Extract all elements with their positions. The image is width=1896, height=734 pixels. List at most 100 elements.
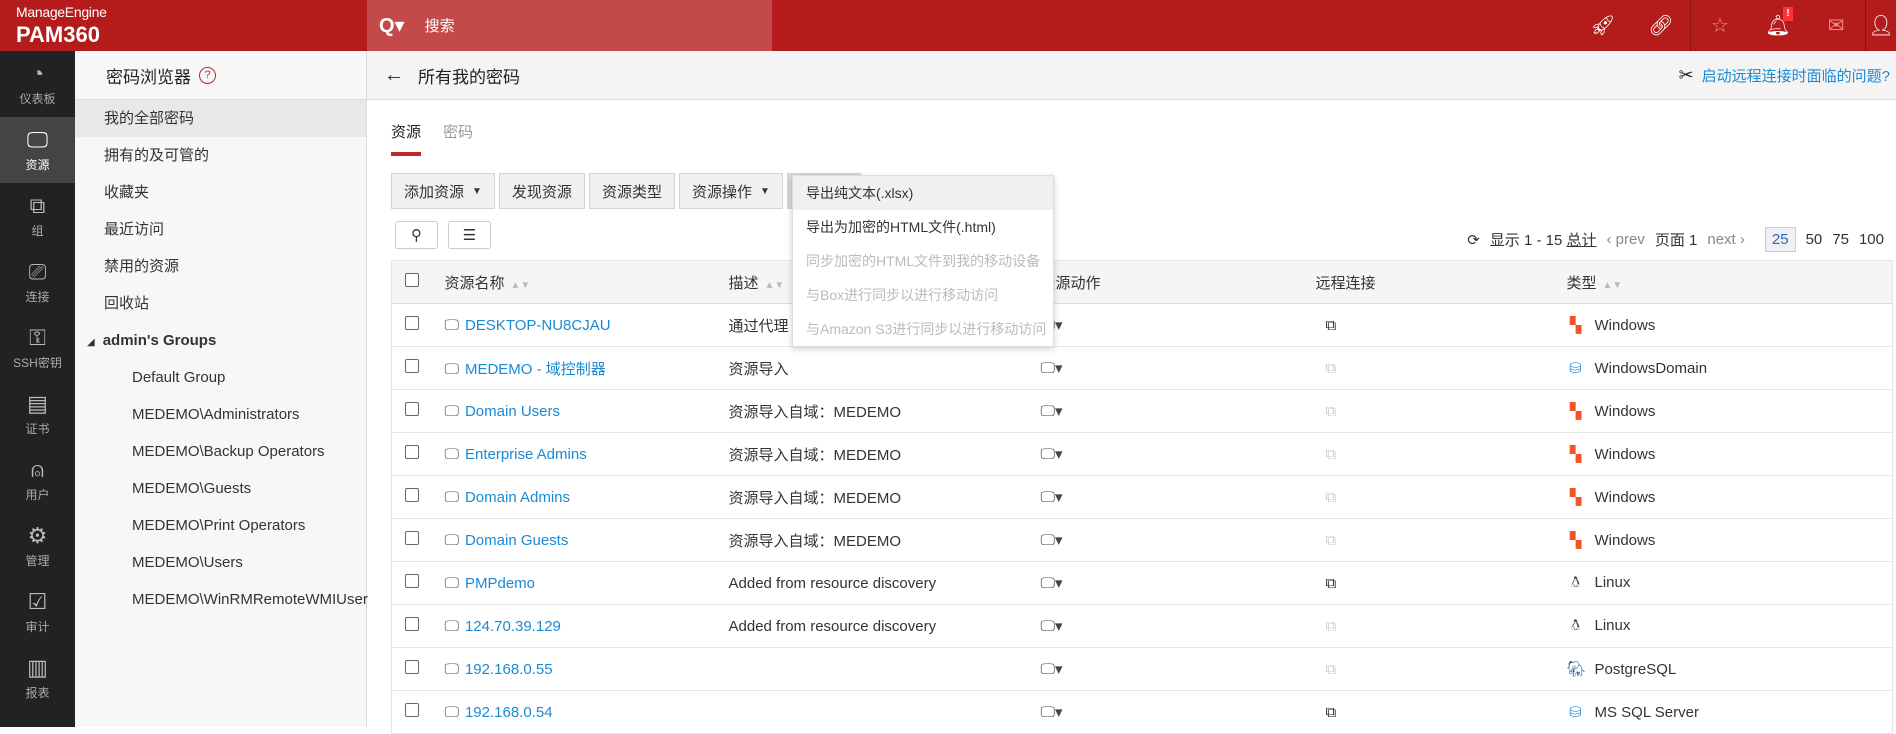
row-checkbox[interactable] bbox=[405, 359, 419, 373]
collapse-triangle-icon[interactable]: ◢ bbox=[87, 337, 95, 348]
rail-item-9[interactable]: ▥ 报表 bbox=[0, 645, 75, 711]
sidebar-group-item[interactable]: MEDEMO\Guests bbox=[75, 470, 366, 507]
remote-connect-icon[interactable]: ⧉ bbox=[1326, 704, 1337, 721]
page-size-100[interactable]: 100 bbox=[1859, 231, 1884, 248]
prev-button[interactable]: ‹ prev bbox=[1607, 231, 1645, 248]
resource-action-menu-icon[interactable]: 🖵▾ bbox=[1041, 532, 1063, 549]
row-checkbox[interactable] bbox=[405, 316, 419, 330]
rail-item-0[interactable]: ◔ 仪表板 bbox=[0, 51, 75, 117]
resource-action-menu-icon[interactable]: 🖵▾ bbox=[1041, 446, 1063, 463]
row-checkbox[interactable] bbox=[405, 617, 419, 631]
resource-action-menu-icon[interactable]: 🖵▾ bbox=[1041, 618, 1063, 635]
sort-icon[interactable]: ▲▼ bbox=[511, 280, 531, 291]
sort-icon[interactable]: ▲▼ bbox=[765, 280, 785, 291]
help-icon[interactable]: ? bbox=[199, 66, 216, 84]
mail-icon[interactable]: ✉ bbox=[1807, 13, 1865, 38]
back-arrow-icon[interactable]: ← bbox=[384, 64, 404, 87]
sidebar-group-item[interactable]: MEDEMO\WinRMRemoteWMIUser bbox=[75, 581, 368, 618]
rocket-icon[interactable]: 🚀︎ bbox=[1574, 13, 1632, 38]
export-menu-item[interactable]: 导出为加密的HTML文件(.html) bbox=[793, 210, 1053, 244]
user-icon[interactable]: 👤︎ bbox=[1866, 13, 1896, 38]
resource-name-link[interactable]: MEDEMO - 域控制器 bbox=[465, 361, 606, 378]
remote-connect-icon[interactable]: ⧉ bbox=[1326, 575, 1337, 592]
remote-help-link[interactable]: ✂ 启动远程连接时面临的问题? bbox=[1679, 65, 1896, 86]
resource-description: 资源导入 bbox=[728, 360, 789, 378]
remote-connect-icon[interactable]: ⧉ bbox=[1326, 317, 1337, 334]
page-size-25[interactable]: 25 bbox=[1764, 227, 1796, 252]
user-star-icon[interactable]: ☆ bbox=[1691, 13, 1749, 38]
sidebar-item[interactable]: 最近访问 bbox=[75, 211, 366, 248]
column-description[interactable]: 描述 bbox=[729, 275, 759, 292]
tab-resources[interactable]: 资源 bbox=[391, 121, 422, 156]
resource-action-menu-icon[interactable]: 🖵▾ bbox=[1041, 489, 1063, 506]
sidebar-group-item[interactable]: MEDEMO\Users bbox=[75, 544, 366, 581]
resource-name-link[interactable]: 124.70.39.129 bbox=[465, 618, 561, 635]
sidebar-group-item[interactable]: Default Group bbox=[75, 359, 366, 396]
search-input[interactable]: Q▾ 搜索 bbox=[367, 0, 772, 51]
rail-item-5[interactable]: ▤ 证书 bbox=[0, 381, 75, 447]
link-icon[interactable]: 🔗︎ bbox=[1632, 13, 1690, 38]
logo[interactable]: ManageEngine PAM360 bbox=[16, 4, 107, 48]
rail-item-6[interactable]: ⍝ 用户 bbox=[0, 447, 75, 513]
column-name[interactable]: 资源名称 bbox=[445, 275, 505, 292]
sidebar-item[interactable]: 收藏夹 bbox=[75, 174, 366, 211]
resource-action-menu-icon[interactable]: 🖵▾ bbox=[1041, 403, 1063, 420]
discover-resource-button[interactable]: 发现资源 bbox=[498, 173, 585, 209]
resource-name-link[interactable]: DESKTOP-NU8CJAU bbox=[465, 317, 611, 334]
sidebar-item[interactable]: 禁用的资源 bbox=[75, 248, 366, 285]
rail-item-2[interactable]: ⧉ 组 bbox=[0, 183, 75, 249]
refresh-icon[interactable]: ⟳ bbox=[1467, 231, 1480, 249]
rail-item-4[interactable]: ⚿ SSH密钥 bbox=[0, 315, 75, 381]
search-table-button[interactable]: ⚲ bbox=[395, 221, 438, 249]
search-icon[interactable]: Q▾ bbox=[379, 13, 405, 38]
export-menu-item[interactable]: 导出纯文本(.xlsx) bbox=[793, 176, 1053, 210]
resources-table: 资源名称 ▲▼ 描述 ▲▼ 资源动作 远程连接 类型 ▲▼ 🖵 DESKTOP-NU8C… bbox=[391, 260, 1893, 734]
rail-item-1[interactable]: 🖵 资源 bbox=[0, 117, 75, 183]
sidebar-group-item[interactable]: MEDEMO\Administrators bbox=[75, 396, 366, 433]
column-type[interactable]: 类型 bbox=[1567, 275, 1597, 292]
help-link-text: 启动远程连接时面临的问题? bbox=[1701, 67, 1890, 85]
resource-action-menu-icon[interactable]: 🖵▾ bbox=[1041, 575, 1063, 592]
resource-name-link[interactable]: 192.168.0.55 bbox=[465, 661, 553, 678]
sidebar-group-item[interactable]: MEDEMO\Print Operators bbox=[75, 507, 366, 544]
row-checkbox[interactable] bbox=[405, 402, 419, 416]
resource-action-menu-icon[interactable]: 🖵▾ bbox=[1041, 360, 1063, 377]
resource-name-link[interactable]: Enterprise Admins bbox=[465, 446, 587, 463]
rail-item-7[interactable]: ⚙ 管理 bbox=[0, 513, 75, 579]
sidebar-item[interactable]: 拥有的及可管的 bbox=[75, 137, 366, 174]
rail-item-3[interactable]: ⎚ 连接 bbox=[0, 249, 75, 315]
resource-name-link[interactable]: Domain Guests bbox=[465, 532, 568, 549]
column-chooser-button[interactable]: ☰ bbox=[448, 221, 491, 249]
resource-description: 资源导入自域：MEDEMO bbox=[728, 532, 902, 550]
resource-name-link[interactable]: Domain Users bbox=[465, 403, 560, 420]
row-checkbox[interactable] bbox=[405, 660, 419, 674]
row-checkbox[interactable] bbox=[405, 488, 419, 502]
resource-name-link[interactable]: PMPdemo bbox=[465, 575, 535, 592]
row-checkbox[interactable] bbox=[405, 574, 419, 588]
resource-action-menu-icon[interactable]: 🖵▾ bbox=[1041, 704, 1063, 721]
tab-passwords[interactable]: 密码 bbox=[443, 121, 473, 156]
add-resource-button[interactable]: 添加资源 ▼ bbox=[391, 173, 495, 209]
row-checkbox[interactable] bbox=[405, 445, 419, 459]
group-icon: ⧉ bbox=[29, 193, 46, 218]
total-link[interactable]: 总计 bbox=[1566, 232, 1596, 249]
select-all-checkbox[interactable] bbox=[405, 273, 419, 287]
resource-types-button[interactable]: 资源类型 bbox=[588, 173, 675, 209]
resource-name-link[interactable]: 192.168.0.54 bbox=[465, 704, 553, 721]
sidebar-group-item[interactable]: MEDEMO\Backup Operators bbox=[75, 433, 366, 470]
row-checkbox[interactable] bbox=[405, 703, 419, 717]
sidebar-item[interactable]: 我的全部密码 bbox=[75, 100, 366, 137]
sidebar-item[interactable]: 回收站 bbox=[75, 285, 366, 322]
resource-name-link[interactable]: Domain Admins bbox=[465, 489, 570, 506]
resource-actions-button[interactable]: 资源操作 ▼ bbox=[678, 173, 783, 209]
page-size-50[interactable]: 50 bbox=[1806, 231, 1823, 248]
rail-item-8[interactable]: ☑ 审计 bbox=[0, 579, 75, 645]
next-button[interactable]: next › bbox=[1707, 231, 1745, 248]
bell-icon[interactable]: 🔔︎! bbox=[1749, 7, 1807, 38]
table-row: 🖵 192.168.0.54 🖵▾ ⧉ ⛁ MS SQL Server bbox=[391, 690, 1893, 734]
sidebar-group-header[interactable]: ◢ admin's Groups bbox=[75, 322, 366, 359]
sort-icon[interactable]: ▲▼ bbox=[1603, 280, 1623, 291]
row-checkbox[interactable] bbox=[405, 531, 419, 545]
page-size-75[interactable]: 75 bbox=[1832, 231, 1849, 248]
resource-action-menu-icon[interactable]: 🖵▾ bbox=[1041, 661, 1063, 678]
